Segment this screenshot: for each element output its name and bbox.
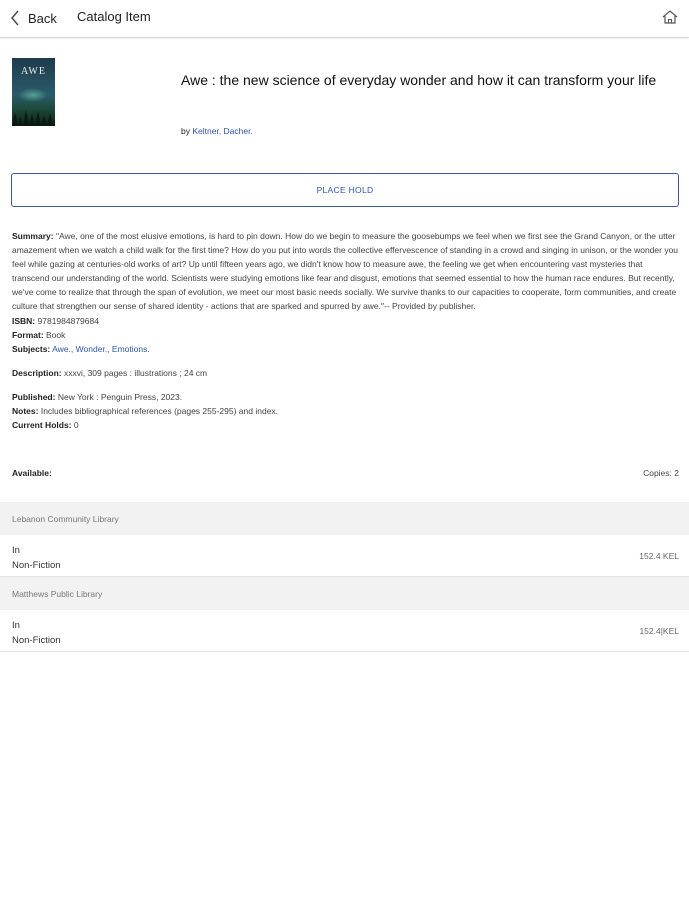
library-name: Matthews Public Library (12, 589, 103, 599)
published-value: New York : Penguin Press, 2023. (57, 391, 183, 402)
byline: by Keltner, Dacher. (181, 126, 253, 136)
description-value: xxxvi, 309 pages : illustrations ; 24 cm (63, 367, 208, 378)
library-header-lebanon: Lebanon Community Library (0, 502, 689, 535)
copy-collection: Non-Fiction (12, 635, 61, 646)
copy-call-number: 152.4|KEL (639, 626, 679, 636)
subject-link-wonder[interactable]: Wonder. (76, 344, 108, 354)
book-title: Awe : the new science of everyday wonder… (181, 72, 657, 88)
notes-label: Notes: (12, 406, 39, 417)
by-label: by (181, 126, 190, 136)
copy-status: In (12, 545, 20, 556)
subject-link-awe[interactable]: Awe. (52, 344, 71, 354)
summary-line: Summary: "Awe, one of the most elusive e… (12, 229, 680, 314)
copy-collection: Non-Fiction (12, 560, 61, 571)
home-icon[interactable] (661, 8, 679, 26)
chevron-left-icon (11, 10, 19, 26)
summary-text: "Awe, one of the most elusive emotions, … (12, 231, 679, 312)
item-details: Summary: "Awe, one of the most elusive e… (12, 229, 680, 432)
format-value: Book (46, 329, 66, 340)
back-label: Back (28, 10, 57, 26)
library-header-matthews: Matthews Public Library (0, 577, 689, 610)
author-link[interactable]: Keltner, Dacher. (192, 126, 252, 136)
copy-call-number: 152.4 KEL (639, 551, 679, 561)
published-label: Published: (12, 391, 56, 402)
place-hold-label: PLACE HOLD (316, 185, 374, 195)
isbn-label: ISBN: (12, 315, 36, 326)
holds-value: 0 (73, 420, 79, 431)
holds-label: Current Holds: (12, 420, 72, 431)
cover-aurora (18, 88, 48, 102)
notes-value: Includes bibliographical references (pag… (40, 406, 279, 417)
subjects-label: Subjects: (12, 343, 51, 354)
top-bar: Back Catalog Item (0, 0, 689, 38)
format-line: Format: Book (12, 328, 680, 342)
holds-line: Current Holds: 0 (12, 418, 680, 432)
copy-row: In Non-Fiction 152.4 KEL (0, 535, 689, 577)
cover-title-art: AWE (21, 66, 46, 77)
subject-link-emotions[interactable]: Emotions. (112, 344, 150, 354)
format-label: Format: (12, 329, 44, 340)
copy-row: In Non-Fiction 152.4|KEL (0, 610, 689, 652)
copies-count: Copies: 2 (643, 468, 679, 478)
place-hold-button[interactable]: PLACE HOLD (11, 173, 679, 207)
book-cover-image: AWE (12, 58, 55, 126)
isbn-line: ISBN: 9781984879684 (12, 314, 680, 328)
page-title: Catalog Item (77, 9, 151, 24)
availability-row: Available: Copies: 2 (12, 468, 679, 482)
available-label: Available: (12, 468, 52, 478)
isbn-value: 9781984879684 (37, 315, 99, 326)
copy-status: In (12, 620, 20, 631)
description-label: Description: (12, 367, 62, 378)
published-line: Published: New York : Penguin Press, 202… (12, 390, 680, 404)
subjects-line: Subjects: Awe., Wonder., Emotions. (12, 343, 150, 354)
library-name: Lebanon Community Library (12, 514, 119, 524)
summary-label: Summary: (12, 231, 54, 241)
description-line: Description: xxxvi, 309 pages : illustra… (12, 366, 680, 380)
cover-trees (12, 110, 55, 126)
back-button[interactable]: Back (10, 8, 57, 28)
notes-line: Notes: Includes bibliographical referenc… (12, 404, 680, 418)
